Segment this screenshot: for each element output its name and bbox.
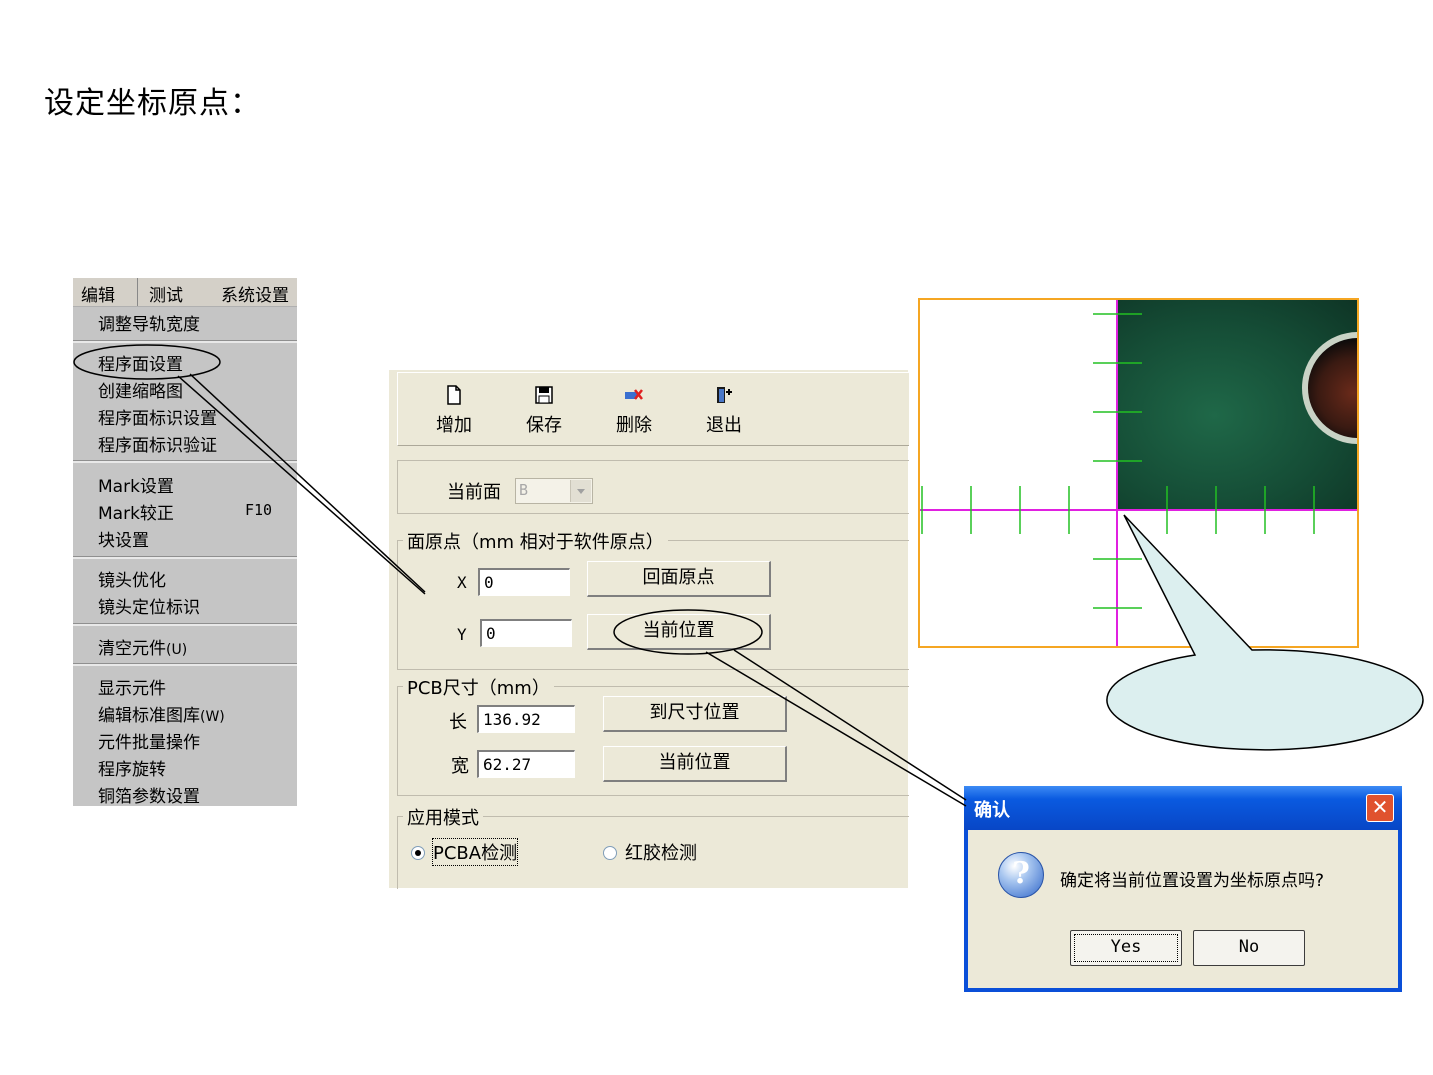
no-button[interactable]: No bbox=[1193, 930, 1305, 966]
to-size-position-button[interactable]: 到尺寸位置 bbox=[603, 696, 787, 732]
menu-item-program-rotate[interactable]: 程序旋转 bbox=[98, 755, 166, 780]
delete-icon bbox=[625, 389, 643, 400]
menu-separator bbox=[73, 623, 297, 626]
menu-item-create-thumbnail[interactable]: 创建缩略图 bbox=[98, 377, 183, 402]
program-face-panel: 增加 保存 删除 退出 当前面 B 面原点（mm 相对于软件原点） X 0 回面… bbox=[389, 370, 909, 889]
add-label: 增加 bbox=[436, 415, 472, 436]
origin-group bbox=[397, 540, 909, 670]
current-face-select[interactable]: B bbox=[515, 478, 593, 504]
chevron-down-icon[interactable] bbox=[570, 480, 591, 502]
dialog-titlebar: 确认 ✕ bbox=[964, 786, 1402, 830]
dialog-title: 确认 bbox=[974, 800, 1010, 821]
pcba-radio[interactable] bbox=[411, 846, 425, 860]
save-label: 保存 bbox=[526, 415, 562, 436]
confirm-dialog: 确认 ✕ ? 确定将当前位置设置为坐标原点吗? Yes No bbox=[964, 786, 1402, 992]
add-button[interactable]: 增加 bbox=[424, 381, 484, 437]
pcb-size-group-title: PCB尺寸（mm） bbox=[403, 674, 554, 700]
dialog-body: ? 确定将当前位置设置为坐标原点吗? Yes No bbox=[968, 830, 1398, 988]
menu-item-copper-params[interactable]: 铜箔参数设置 bbox=[98, 782, 200, 807]
edit-std-library-hotkey: (W) bbox=[200, 709, 225, 725]
delete-button[interactable]: 删除 bbox=[604, 381, 664, 437]
menu-separator bbox=[73, 556, 297, 559]
menu-separator bbox=[73, 663, 297, 666]
pcb-length-input[interactable]: 136.92 bbox=[477, 705, 575, 733]
dialog-message: 确定将当前位置设置为坐标原点吗? bbox=[1060, 871, 1325, 891]
toolbar: 增加 保存 删除 退出 bbox=[397, 372, 909, 446]
mode-group-title: 应用模式 bbox=[403, 804, 483, 830]
glue-label[interactable]: 红胶检测 bbox=[625, 839, 697, 865]
menu-item-lens-locate-mark[interactable]: 镜头定位标识 bbox=[98, 593, 200, 618]
current-face-label: 当前面 bbox=[447, 482, 501, 503]
menu-item-mark-setup[interactable]: Mark设置 bbox=[98, 472, 174, 497]
menu-bar: 编辑 测试 系统设置 bbox=[73, 278, 297, 307]
glue-radio[interactable] bbox=[603, 846, 617, 860]
return-origin-button[interactable]: 回面原点 bbox=[587, 561, 771, 597]
edit-std-library-label: 编辑标准图库 bbox=[98, 706, 200, 726]
y-label: Y bbox=[457, 625, 467, 644]
clear-components-hotkey: (U) bbox=[166, 642, 188, 658]
floppy-disk-icon bbox=[535, 386, 553, 404]
pcb-hole bbox=[1302, 332, 1357, 444]
camera-view bbox=[918, 298, 1359, 648]
menu-test[interactable]: 测试 bbox=[149, 281, 183, 306]
pcb-camera-image bbox=[1118, 300, 1357, 510]
menu-item-mark-calibrate[interactable]: Mark较正 bbox=[98, 499, 174, 524]
menu-item-clear-components[interactable]: 清空元件(U) bbox=[98, 634, 187, 659]
menu-item-adjust-rail[interactable]: 调整导轨宽度 bbox=[98, 310, 200, 335]
exit-label: 退出 bbox=[706, 415, 742, 436]
x-label: X bbox=[457, 573, 467, 592]
length-label: 长 bbox=[449, 712, 467, 733]
menu-item-program-face[interactable]: 程序面设置 bbox=[98, 350, 183, 375]
pcba-label[interactable]: PCBA检测 bbox=[431, 838, 519, 866]
menu-item-face-mark-verify[interactable]: 程序面标识验证 bbox=[98, 431, 217, 456]
menu-item-face-mark-setup[interactable]: 程序面标识设置 bbox=[98, 404, 217, 429]
shortcut-f10: F10 bbox=[245, 501, 273, 519]
menu-separator bbox=[73, 460, 297, 463]
menu-item-block-setup[interactable]: 块设置 bbox=[98, 526, 149, 551]
origin-y-input[interactable]: 0 bbox=[480, 619, 572, 647]
origin-current-position-button[interactable]: 当前位置 bbox=[587, 614, 771, 650]
yes-button[interactable]: Yes bbox=[1070, 930, 1182, 966]
size-current-position-button[interactable]: 当前位置 bbox=[603, 746, 787, 782]
origin-x-input[interactable]: 0 bbox=[478, 568, 570, 596]
exit-door-icon bbox=[717, 387, 732, 403]
exit-button[interactable]: 退出 bbox=[694, 381, 754, 437]
menu-item-batch-ops[interactable]: 元件批量操作 bbox=[98, 728, 200, 753]
pcb-width-input[interactable]: 62.27 bbox=[477, 750, 575, 778]
menu-item-edit-std-library[interactable]: 编辑标准图库(W) bbox=[98, 701, 225, 726]
menubar-separator bbox=[137, 278, 138, 306]
menu-system-settings[interactable]: 系统设置 bbox=[221, 281, 289, 306]
current-face-value: B bbox=[519, 481, 529, 499]
page-title: 设定坐标原点： bbox=[44, 86, 261, 121]
close-icon[interactable]: ✕ bbox=[1366, 794, 1394, 822]
new-file-icon bbox=[447, 385, 461, 405]
menu-separator bbox=[73, 340, 297, 343]
clear-components-label: 清空元件 bbox=[98, 639, 166, 659]
menu-item-show-components[interactable]: 显示元件 bbox=[98, 674, 166, 699]
question-icon: ? bbox=[998, 852, 1044, 898]
save-button[interactable]: 保存 bbox=[514, 381, 574, 437]
menu-edit[interactable]: 编辑 bbox=[77, 281, 119, 306]
width-label: 宽 bbox=[451, 756, 469, 777]
delete-label: 删除 bbox=[616, 415, 652, 436]
origin-group-title: 面原点（mm 相对于软件原点） bbox=[403, 528, 668, 554]
edit-menu-panel: 编辑 测试 系统设置 调整导轨宽度 程序面设置 创建缩略图 程序面标识设置 程序… bbox=[73, 278, 297, 807]
menu-item-lens-optimize[interactable]: 镜头优化 bbox=[98, 566, 166, 591]
